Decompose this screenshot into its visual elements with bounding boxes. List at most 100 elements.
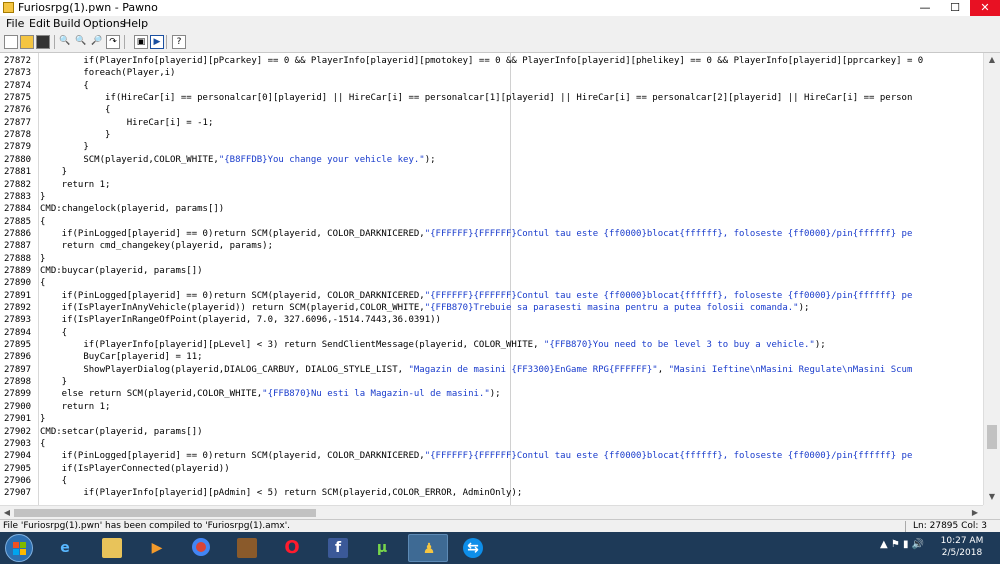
line-number: 27907 — [4, 488, 32, 499]
line-number: 27901 — [4, 414, 32, 425]
code-text: if(PlayerInfo[playerid][pPcarkey] == 0 &… — [40, 56, 924, 66]
media-player-icon: ▶ — [151, 540, 163, 556]
scroll-down-icon[interactable]: ▼ — [984, 490, 1000, 504]
start-button[interactable] — [5, 534, 33, 562]
clock-date: 2/5/2018 — [941, 548, 983, 558]
cursor-position: Ln: 27895 Col: 3 — [913, 521, 988, 531]
line-number: 27879 — [4, 142, 32, 153]
code-line: 27894 { — [0, 327, 983, 339]
goto-line-icon[interactable]: ↷ — [106, 35, 120, 49]
code-line: 27875 if(HireCar[i] == personalcar[0][pl… — [0, 92, 983, 104]
line-number: 27895 — [4, 340, 32, 351]
code-line: 27885 { — [0, 216, 983, 228]
code-text: return 1; — [40, 401, 111, 412]
line-number: 27877 — [4, 117, 32, 128]
taskbar-teamviewer[interactable]: ⇆ — [453, 534, 493, 562]
toolbar-separator — [124, 35, 125, 49]
pawno-icon: ♟ — [422, 541, 436, 557]
code-line: 27893 if(IsPlayerInRangeOfPoint(playerid… — [0, 314, 983, 326]
taskbar-utorrent[interactable]: μ — [362, 534, 402, 562]
code-text: { — [40, 80, 89, 91]
code-text: return 1; — [40, 179, 111, 190]
status-message: File 'Furiosrpg(1).pwn' has been compile… — [3, 521, 291, 531]
line-number: 27898 — [4, 377, 32, 388]
vertical-scroll-thumb[interactable] — [987, 425, 997, 449]
save-icon[interactable] — [36, 35, 50, 49]
taskbar-file-explorer[interactable] — [92, 534, 132, 562]
line-number: 27887 — [4, 241, 32, 252]
horizontal-scrollbar[interactable]: ◀ ▶ — [0, 505, 983, 519]
line-number: 27876 — [4, 105, 32, 116]
code-text: return cmd_changekey(playerid, params); — [40, 241, 273, 252]
line-number: 27883 — [4, 191, 32, 202]
window-title: Furiosrpg(1).pwn - Pawno — [18, 1, 158, 14]
code-editor[interactable]: 27872 if(PlayerInfo[playerid][pPcarkey] … — [0, 53, 983, 505]
system-tray-icons[interactable]: ▲ ⚑ ▮ 🔊 — [880, 539, 924, 550]
scroll-right-icon[interactable]: ▶ — [968, 506, 982, 520]
code-text: { — [40, 216, 46, 227]
toolbar-separator — [166, 35, 167, 49]
vertical-scrollbar[interactable]: ▲ ▼ — [983, 53, 1000, 505]
taskbar-game[interactable] — [227, 534, 267, 562]
taskbar-media-player[interactable]: ▶ — [137, 534, 177, 562]
code-text: if(PlayerInfo[playerid][pLevel] < 3) ret… — [40, 340, 826, 351]
taskbar-chrome[interactable] — [182, 534, 222, 562]
code-line: 27879 } — [0, 141, 983, 153]
code-line: 27904 if(PinLogged[playerid] == 0)return… — [0, 450, 983, 462]
code-text: { — [40, 327, 68, 338]
pawno-app-icon — [3, 2, 14, 13]
windows-logo-icon — [13, 542, 19, 548]
menu-help[interactable]: Help — [119, 16, 152, 32]
code-text: if(PinLogged[playerid] == 0)return SCM(p… — [40, 290, 913, 301]
code-text: if(IsPlayerInRangeOfPoint(playerid, 7.0,… — [40, 315, 441, 326]
code-text: CMD:setcar(playerid, params[]) — [40, 426, 203, 437]
find-next-icon[interactable]: 🔍 — [74, 35, 88, 49]
new-icon[interactable] — [4, 35, 18, 49]
code-text: CMD:buycar(playerid, params[]) — [40, 265, 203, 276]
taskbar-pawno[interactable]: ♟ — [408, 534, 448, 562]
line-number: 27903 — [4, 438, 32, 449]
code-line: 27880 SCM(playerid,COLOR_WHITE,"{B8FFDB}… — [0, 154, 983, 166]
code-line: 27888} — [0, 253, 983, 265]
code-line: 27906 { — [0, 475, 983, 487]
code-line: 27872 if(PlayerInfo[playerid][pPcarkey] … — [0, 55, 983, 67]
code-text: if(PlayerInfo[playerid][pAdmin] < 5) ret… — [40, 488, 523, 499]
scroll-left-icon[interactable]: ◀ — [0, 506, 14, 520]
code-text: } — [40, 130, 111, 141]
open-icon[interactable] — [20, 35, 34, 49]
taskbar-facebook[interactable]: f — [318, 534, 358, 562]
line-number: 27906 — [4, 475, 32, 486]
code-text: { — [40, 438, 46, 449]
replace-icon[interactable]: 🔎 — [90, 35, 104, 49]
line-number: 27878 — [4, 130, 32, 141]
taskbar-internet-explorer[interactable]: e — [45, 534, 85, 562]
close-button[interactable]: ✕ — [970, 0, 1000, 16]
run-icon[interactable]: ▶ — [150, 35, 164, 49]
status-divider — [905, 521, 906, 532]
code-text: if(PinLogged[playerid] == 0)return SCM(p… — [40, 228, 913, 239]
taskbar: e ▶ O f μ ♟ ⇆ ▲ ⚑ ▮ 🔊 10:27 AM 2/5/2018 — [0, 532, 1000, 564]
horizontal-scroll-thumb[interactable] — [14, 509, 316, 517]
code-line: 27878 } — [0, 129, 983, 141]
taskbar-opera[interactable]: O — [272, 534, 312, 562]
line-number: 27899 — [4, 389, 32, 400]
line-number: 27900 — [4, 401, 32, 412]
maximize-button[interactable]: ☐ — [940, 0, 970, 16]
code-text: foreach(Player,i) — [40, 68, 176, 79]
minimize-button[interactable]: — — [910, 0, 940, 16]
help-icon[interactable]: ? — [172, 35, 186, 49]
code-line: 27896 BuyCar[playerid] = 11; — [0, 351, 983, 363]
line-number: 27886 — [4, 228, 32, 239]
clock[interactable]: 10:27 AM 2/5/2018 — [936, 535, 988, 559]
code-line: 27876 { — [0, 104, 983, 116]
scroll-up-icon[interactable]: ▲ — [984, 53, 1000, 67]
code-line: 27899 else return SCM(playerid,COLOR_WHI… — [0, 388, 983, 400]
line-number: 27874 — [4, 80, 32, 91]
find-icon[interactable]: 🔍 — [58, 35, 72, 49]
line-number: 27880 — [4, 154, 32, 165]
windows-logo-icon — [20, 542, 26, 548]
compile-icon[interactable]: ▣ — [134, 35, 148, 49]
code-line: 27898 } — [0, 376, 983, 388]
toolbar-separator — [54, 35, 55, 49]
code-text: ShowPlayerDialog(playerid,DIALOG_CARBUY,… — [40, 364, 913, 375]
